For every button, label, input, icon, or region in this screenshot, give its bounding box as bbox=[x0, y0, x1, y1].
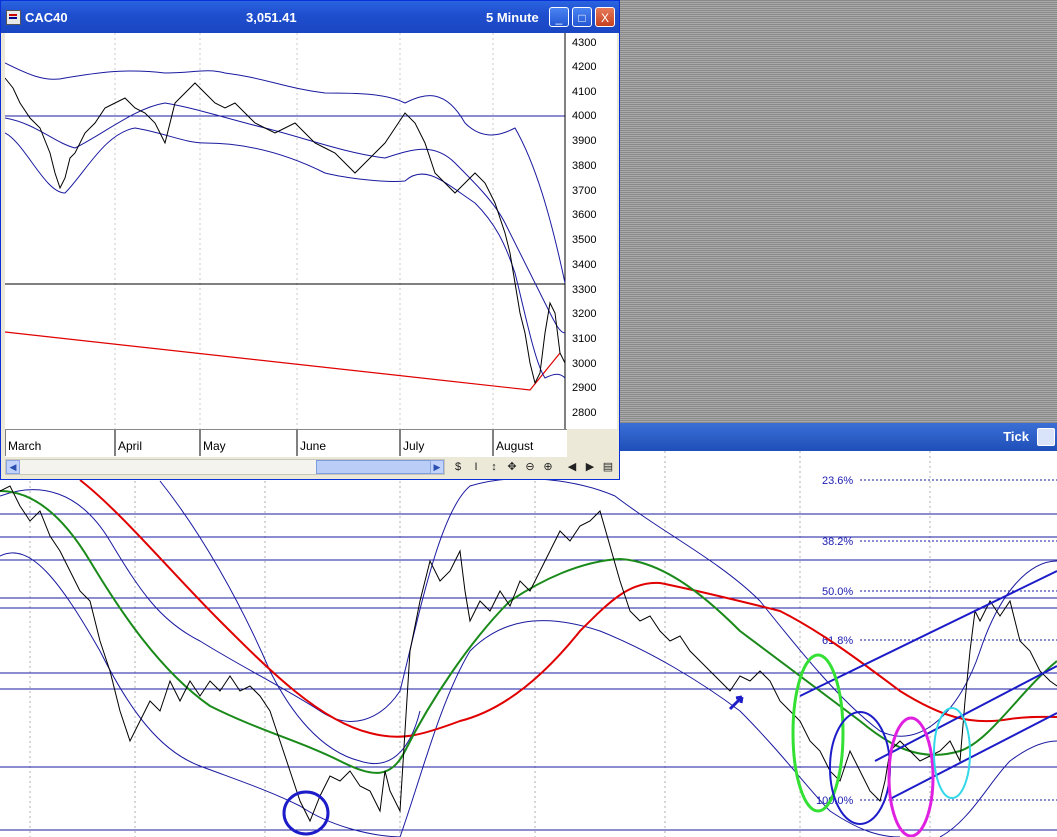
window-titlebar[interactable]: CAC40 3,051.41 5 Minute _ □ X bbox=[1, 1, 619, 33]
cac40-chart-window[interactable]: CAC40 3,051.41 5 Minute _ □ X 4300 4200 … bbox=[0, 0, 620, 480]
window-symbol: CAC40 bbox=[25, 10, 68, 25]
red-trend-line bbox=[4, 331, 561, 391]
y-tick: 3700 bbox=[572, 185, 596, 197]
tick-window-titlebar[interactable]: Tick bbox=[600, 423, 1057, 451]
small-bollinger-bands bbox=[4, 62, 566, 379]
y-axis-labels: 4300 4200 4100 4000 3900 3800 3700 3600 … bbox=[572, 37, 596, 419]
price-chart-area[interactable]: 4300 4200 4100 4000 3900 3800 3700 3600 … bbox=[4, 33, 617, 429]
chart-app-icon bbox=[6, 10, 21, 25]
hand-icon[interactable]: $ bbox=[451, 460, 465, 474]
window-price: 3,051.41 bbox=[246, 10, 297, 25]
y-tick: 3200 bbox=[572, 308, 596, 320]
y-tick: 2900 bbox=[572, 382, 596, 394]
fib-label-50: 50.0% bbox=[822, 586, 853, 598]
vertical-resize-icon[interactable]: ↕ bbox=[487, 460, 501, 474]
small-price-line bbox=[4, 77, 566, 385]
date-axis: March April May June July August bbox=[4, 429, 567, 458]
month-label: March bbox=[8, 439, 41, 453]
month-label: June bbox=[300, 439, 326, 453]
play-back-icon[interactable]: ◀ bbox=[565, 460, 579, 474]
fib-label-38: 38.2% bbox=[822, 536, 853, 548]
cursor-icon[interactable]: I bbox=[469, 460, 483, 474]
month-label: August bbox=[496, 439, 534, 453]
y-tick: 3000 bbox=[572, 358, 596, 370]
y-tick: 2800 bbox=[572, 407, 596, 419]
window-period: 5 Minute bbox=[486, 10, 539, 25]
zoom-out-icon[interactable]: ⊖ bbox=[523, 460, 537, 474]
scroll-right-icon[interactable]: ▶ bbox=[430, 460, 444, 474]
zoom-in-icon[interactable]: ⊕ bbox=[541, 460, 555, 474]
y-tick: 3900 bbox=[572, 135, 596, 147]
month-label: July bbox=[403, 439, 424, 453]
tick-window-title: Tick bbox=[1003, 429, 1029, 444]
y-tick: 4200 bbox=[572, 61, 596, 73]
y-tick: 3100 bbox=[572, 333, 596, 345]
maximize-button[interactable]: □ bbox=[572, 7, 592, 27]
y-tick: 4100 bbox=[572, 86, 596, 98]
horizontal-levels bbox=[0, 513, 1057, 831]
scrollbar-thumb[interactable] bbox=[316, 460, 434, 474]
y-tick: 4000 bbox=[572, 110, 596, 122]
y-tick: 3800 bbox=[572, 160, 596, 172]
scroll-left-icon[interactable]: ◀ bbox=[6, 460, 20, 474]
tick-chart[interactable]: 23.6% 38.2% 50.0% 61.8% 100.0% bbox=[0, 451, 1057, 837]
chart-toolbar: ◀ ▶ $ I ↕ ✥ ⊖ ⊕ ◀ ▶ ▤ bbox=[5, 457, 617, 477]
play-forward-icon[interactable]: ▶ bbox=[583, 460, 597, 474]
panel-icon[interactable]: ▤ bbox=[601, 460, 615, 474]
month-label: May bbox=[203, 439, 226, 453]
y-tick: 3500 bbox=[572, 234, 596, 246]
fib-label-23: 23.6% bbox=[822, 475, 853, 487]
tick-window-button[interactable] bbox=[1037, 428, 1055, 446]
minimize-button[interactable]: _ bbox=[549, 7, 569, 27]
arrow-marker-icon bbox=[728, 695, 744, 711]
horizontal-scrollbar[interactable]: ◀ ▶ bbox=[5, 459, 445, 475]
desktop-background bbox=[620, 0, 1057, 423]
y-tick: 3400 bbox=[572, 259, 596, 271]
month-label: April bbox=[118, 439, 142, 453]
y-tick: 3300 bbox=[572, 284, 596, 296]
y-tick: 4300 bbox=[572, 37, 596, 49]
y-tick: 3600 bbox=[572, 209, 596, 221]
close-button[interactable]: X bbox=[595, 7, 615, 27]
crosshair-icon[interactable]: ✥ bbox=[505, 460, 519, 474]
price-line bbox=[0, 485, 1057, 823]
small-chart-grid bbox=[114, 33, 494, 429]
